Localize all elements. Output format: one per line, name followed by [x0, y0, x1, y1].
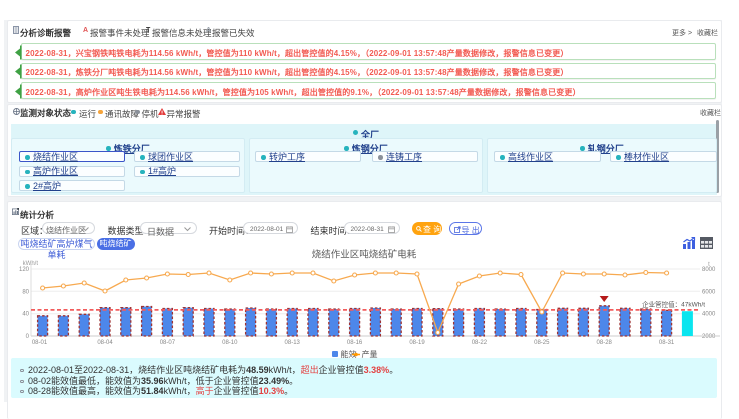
svg-text:08-13: 08-13	[285, 340, 301, 346]
svg-text:08-19: 08-19	[409, 340, 425, 346]
svg-text:08-07: 08-07	[160, 340, 176, 346]
svg-text:6000: 6000	[702, 289, 716, 295]
svg-text:80: 80	[22, 289, 29, 295]
svg-text:08-04: 08-04	[97, 340, 113, 346]
svg-text:08-28: 08-28	[597, 340, 613, 346]
svg-text:08-10: 08-10	[222, 340, 238, 346]
svg-text:企业管控值：47kWh/t: 企业管控值：47kWh/t	[642, 300, 705, 309]
svg-text:烧结作业区吨烧结矿电耗: 烧结作业区吨烧结矿电耗	[312, 249, 417, 261]
svg-text:120: 120	[19, 267, 30, 273]
svg-text:8000: 8000	[702, 267, 716, 273]
svg-text:08-16: 08-16	[347, 340, 363, 346]
svg-text:08-01: 08-01	[32, 340, 48, 346]
svg-text:08-31: 08-31	[659, 340, 675, 346]
svg-text:08-25: 08-25	[534, 340, 550, 346]
svg-text:0: 0	[26, 334, 30, 340]
svg-text:08-22: 08-22	[472, 340, 488, 346]
svg-text:2000: 2000	[702, 334, 716, 340]
svg-text:40: 40	[22, 312, 29, 318]
svg-text:4000: 4000	[702, 312, 716, 318]
